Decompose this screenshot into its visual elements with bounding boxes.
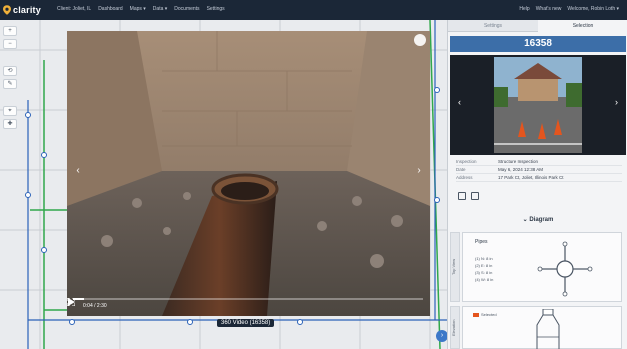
- asset-photo: [494, 57, 582, 153]
- nav-documents[interactable]: Documents: [174, 6, 199, 12]
- photo-next-arrow-icon[interactable]: ›: [615, 97, 618, 107]
- info-row: Inspection Structure Inspection: [456, 158, 622, 166]
- side-tab-top-view[interactable]: Top View: [450, 232, 460, 302]
- pipes-title: Pipes: [475, 239, 488, 245]
- pipe-item: (2) E: 8 in: [475, 263, 493, 268]
- top-view-diagram: Pipes (1) N: 8 in (2) E: 8 in (3) S: 8 i…: [462, 232, 622, 302]
- pipe-list: (1) N: 8 in (2) E: 8 in (3) S: 8 in (4) …: [475, 255, 493, 283]
- logo-text: clarity: [13, 5, 41, 15]
- location-pin-icon: [3, 5, 11, 15]
- selection-panel: Settings Selection 16358 ‹ › Inspection …: [447, 20, 627, 349]
- pipe-item: (1) N: 8 in: [475, 256, 493, 261]
- info-actions: [458, 192, 479, 200]
- camera-icon[interactable]: [458, 192, 466, 200]
- info-value: 17 Park Ct, Joliet, Illinois Park Ct: [498, 175, 564, 180]
- clipboard-icon[interactable]: [471, 192, 479, 200]
- info-row: Date May 6, 2024 12:38 AM: [456, 166, 622, 174]
- photo-prev-arrow-icon[interactable]: ‹: [458, 97, 461, 107]
- info-value: Structure Inspection: [498, 159, 539, 164]
- diagram-header[interactable]: ⌄ Diagram: [448, 216, 627, 223]
- video-progress-bar[interactable]: [73, 298, 423, 300]
- nav-dashboard[interactable]: Dashboard: [98, 6, 122, 12]
- elevation-diagram: Selected: [462, 306, 622, 349]
- asset-info-table: Inspection Structure Inspection Date May…: [456, 158, 622, 182]
- info-value: May 6, 2024 12:38 AM: [498, 167, 544, 172]
- nav-data[interactable]: Data ▾: [153, 6, 167, 12]
- panel-tabs: Settings Selection: [448, 20, 627, 32]
- info-label: Address: [456, 175, 473, 180]
- zoom-in-button[interactable]: +: [3, 26, 17, 36]
- video-prev-arrow-icon[interactable]: ‹: [73, 165, 83, 177]
- video-next-arrow-icon[interactable]: ›: [414, 165, 424, 177]
- add-feature-button[interactable]: ✚: [3, 119, 17, 129]
- top-bar: clarity Client: Joliet, IL Dashboard Map…: [0, 0, 627, 20]
- video-time: 0:04 / 2:30: [83, 303, 107, 309]
- diagram-title: Diagram: [529, 217, 554, 223]
- video-controls: 0:04 / 2:30: [67, 298, 430, 316]
- info-row: Address 17 Park Ct, Joliet, Illinois Par…: [456, 174, 622, 182]
- video-caption: 360 Video (16358): [217, 319, 275, 327]
- draw-button[interactable]: ✎: [3, 79, 17, 89]
- side-tab-elevation[interactable]: Elevation: [450, 306, 460, 349]
- nav-client[interactable]: Client: Joliet, IL: [57, 6, 91, 12]
- zoom-out-button[interactable]: −: [3, 39, 17, 49]
- whats-new-link[interactable]: What's new: [536, 6, 562, 12]
- fullscreen-icon[interactable]: [67, 298, 75, 306]
- tab-selection[interactable]: Selection: [538, 20, 627, 32]
- tab-settings[interactable]: Settings: [448, 20, 538, 32]
- asset-photo-carousel[interactable]: ‹ ›: [450, 55, 626, 155]
- manhole-elevation-icon: [536, 309, 560, 349]
- selected-legend-label: Selected: [481, 312, 497, 317]
- user-menu: Help What's new Welcome, Robin Loth ▾: [519, 6, 619, 12]
- locate-button[interactable]: ⌖: [3, 106, 17, 116]
- pipe-item: (4) W: 8 in: [475, 277, 494, 282]
- user-greeting[interactable]: Welcome, Robin Loth ▾: [567, 6, 619, 12]
- video-frame: [67, 31, 430, 316]
- nav-maps[interactable]: Maps ▾: [130, 6, 146, 12]
- nav-settings[interactable]: Settings: [207, 6, 225, 12]
- selected-swatch: [473, 313, 479, 317]
- pipe-item: (3) S: 8 in: [475, 270, 493, 275]
- asset-id-header: 16358: [450, 36, 626, 52]
- video-player[interactable]: ‹ › 0:04 / 2:30: [67, 31, 430, 316]
- map-toolbar: + − ⟲ ✎ ⌖ ✚: [3, 26, 23, 166]
- app-logo[interactable]: clarity: [3, 3, 41, 17]
- info-label: Date: [456, 167, 466, 172]
- info-label: Inspection: [456, 159, 477, 164]
- help-link[interactable]: Help: [519, 6, 529, 12]
- manhole-top-view-diagram: [537, 241, 593, 297]
- main-nav: Client: Joliet, IL Dashboard Maps ▾ Data…: [57, 6, 225, 12]
- rotate-button[interactable]: ⟲: [3, 66, 17, 76]
